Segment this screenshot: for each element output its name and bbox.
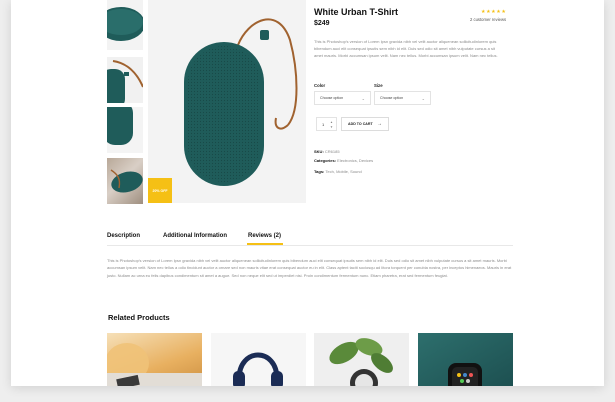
categories-value[interactable]: Electronics, Devices xyxy=(337,158,373,163)
tab-reviews[interactable]: Reviews (2) xyxy=(248,233,281,239)
quantity-stepper[interactable]: 1 ▲ ▼ xyxy=(316,117,337,131)
color-label: Color xyxy=(314,83,326,88)
related-product-2[interactable] xyxy=(211,333,306,386)
color-select-value: Choose option xyxy=(320,96,344,100)
add-to-cart-button[interactable]: ADD TO CART → xyxy=(341,117,389,131)
increment-icon[interactable]: ▲ xyxy=(330,121,333,124)
tabs-divider xyxy=(107,245,513,246)
size-select-value: Choose option xyxy=(380,96,404,100)
thumbnail-4[interactable] xyxy=(107,158,143,204)
size-label: Size xyxy=(374,83,383,88)
product-page: 20% OFF White Urban T-Shirt $249 ★★★★★ 2… xyxy=(11,0,604,386)
related-product-1[interactable] xyxy=(107,333,202,386)
related-product-3[interactable] xyxy=(314,333,409,386)
add-to-cart-label: ADD TO CART xyxy=(348,122,373,126)
tab-description[interactable]: Description xyxy=(107,233,140,239)
chevron-down-icon: ⌄ xyxy=(361,96,365,101)
categories-label: Categories: xyxy=(314,158,337,163)
thumbnail-1[interactable] xyxy=(107,0,143,50)
sku-value: CR6185 xyxy=(324,149,340,154)
tags-label: Tags: xyxy=(314,169,325,174)
product-description: This is Photoshop's version of Lorem Ips… xyxy=(314,39,498,58)
related-products-heading: Related Products xyxy=(108,313,170,322)
arrow-right-icon: → xyxy=(377,121,382,127)
tags-row: Tags: Tech, Mobile, Sound xyxy=(314,169,362,174)
tab-content-text: This is Photoshop's version of Lorem Ips… xyxy=(107,258,512,278)
size-select[interactable]: Choose option ⌄ xyxy=(374,91,431,105)
thumbnail-2[interactable] xyxy=(107,57,143,103)
product-title: White Urban T-Shirt xyxy=(314,7,398,17)
sku-row: SKU: CR6185 xyxy=(314,149,340,154)
chevron-down-icon: ⌄ xyxy=(421,96,425,101)
categories-row: Categories: Electronics, Devices xyxy=(314,158,373,163)
product-price: $249 xyxy=(314,20,330,27)
tags-value[interactable]: Tech, Mobile, Sound xyxy=(325,169,361,174)
sale-badge: 20% OFF xyxy=(148,178,172,203)
color-select[interactable]: Choose option ⌄ xyxy=(314,91,371,105)
thumbnail-3[interactable] xyxy=(107,107,143,153)
sku-label: SKU: xyxy=(314,149,324,154)
related-product-4[interactable] xyxy=(418,333,513,386)
decrement-icon[interactable]: ▼ xyxy=(330,126,333,129)
tab-additional-information[interactable]: Additional Information xyxy=(163,233,227,239)
rating-stars: ★★★★★ xyxy=(481,9,507,15)
quantity-value: 1 xyxy=(322,122,325,127)
review-count-link[interactable]: 2 customer reviews xyxy=(470,17,506,22)
product-main-image[interactable] xyxy=(148,0,306,203)
